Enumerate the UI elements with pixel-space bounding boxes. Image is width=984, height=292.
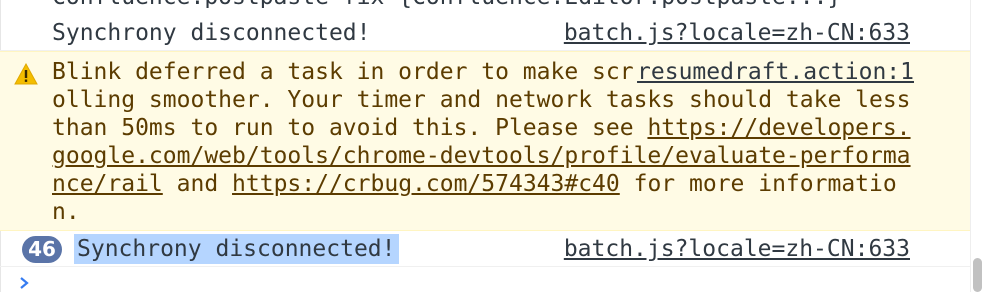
console-message-row: Synchrony disconnected! batch.js?locale=…	[0, 8, 970, 51]
console-warning-row: resumedraft.action:1 Blink deferred a ta…	[0, 51, 970, 231]
warning-source-link[interactable]: resumedraft.action:1	[637, 58, 914, 86]
source-link[interactable]: batch.js?locale=zh-CN:633	[564, 20, 910, 46]
clipped-console-message: Confluence.postpaste fix {Confluence.Edi…	[52, 0, 841, 8]
source-link[interactable]: batch.js?locale=zh-CN:633	[564, 234, 910, 264]
warning-text-part: and	[162, 171, 233, 197]
warning-message: resumedraft.action:1 Blink deferred a ta…	[52, 58, 922, 226]
chevron-right-icon[interactable]	[18, 272, 30, 292]
vertical-scrollbar[interactable]	[970, 0, 984, 292]
repeat-count-badge: 46	[22, 236, 62, 263]
console-message-row-repeated: 46 Synchrony disconnected! batch.js?loca…	[0, 231, 970, 267]
console-panel: Confluence.postpaste fix {Confluence.Edi…	[0, 0, 984, 292]
scrollbar-thumb[interactable]	[973, 258, 982, 292]
selected-message-text[interactable]: Synchrony disconnected!	[74, 234, 399, 264]
console-message-text: Synchrony disconnected!	[52, 20, 371, 46]
warning-icon	[14, 62, 38, 85]
crbug-link[interactable]: https://crbug.com/574343#c40	[232, 171, 620, 197]
